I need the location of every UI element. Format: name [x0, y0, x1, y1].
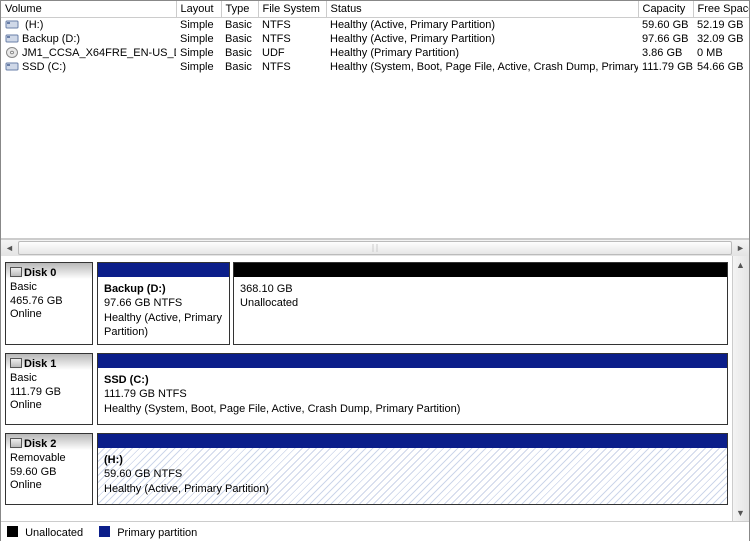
disk-map-pane[interactable]: Disk 0Basic465.76 GBOnlineBackup (D:)97.… [1, 256, 732, 521]
table-row[interactable]: SSD (C:)SimpleBasicNTFSHealthy (System, … [1, 60, 749, 74]
unallocated-swatch-icon [7, 526, 18, 537]
col-freespace[interactable]: Free Space [693, 1, 749, 18]
scroll-thumb[interactable] [18, 241, 732, 255]
partition-body: 368.10 GBUnallocated [234, 277, 727, 344]
disk-icon [10, 267, 22, 277]
cell-layout: Simple [176, 18, 221, 33]
disk-row: Disk 1Basic111.79 GBOnlineSSD (C:)111.79… [5, 353, 728, 425]
cell-capacity: 3.86 GB [638, 46, 693, 60]
partitions: SSD (C:)111.79 GB NTFSHealthy (System, B… [97, 353, 728, 425]
cell-type: Basic [221, 60, 258, 74]
cell-fs: NTFS [258, 60, 326, 74]
col-filesystem[interactable]: File System [258, 1, 326, 18]
cell-free: 0 MB [693, 46, 749, 60]
cell-free: 54.66 GB [693, 60, 749, 74]
scroll-right-arrow-icon[interactable]: ► [732, 240, 749, 255]
partitions: (H:)59.60 GB NTFSHealthy (Active, Primar… [97, 433, 728, 505]
partition-header [98, 263, 229, 277]
cell-capacity: 111.79 GB [638, 60, 693, 74]
disk-row: Disk 2Removable59.60 GBOnline (H:)59.60 … [5, 433, 728, 505]
volume-table: Volume Layout Type File System Status Ca… [1, 1, 749, 74]
partition[interactable]: Backup (D:)97.66 GB NTFSHealthy (Active,… [97, 262, 230, 345]
cell-status: Healthy (Active, Primary Partition) [326, 32, 638, 46]
cell-volume: SSD (C:) [1, 60, 176, 74]
scroll-up-arrow-icon[interactable]: ▲ [733, 256, 748, 273]
legend: Unallocated Primary partition [1, 521, 749, 543]
cell-free: 52.19 GB [693, 18, 749, 33]
cell-type: Basic [221, 46, 258, 60]
volume-list-pane[interactable]: Volume Layout Type File System Status Ca… [1, 1, 749, 239]
cell-volume: JM1_CCSA_X64FRE_EN-US_DV5 (F:) [1, 46, 176, 60]
col-volume[interactable]: Volume [1, 1, 176, 18]
horizontal-scrollbar[interactable]: ◄ ► [1, 239, 749, 256]
disk-info[interactable]: Disk 2Removable59.60 GBOnline [5, 433, 93, 505]
partition[interactable]: 368.10 GBUnallocated [233, 262, 728, 345]
col-status[interactable]: Status [326, 1, 638, 18]
legend-unallocated: Unallocated [7, 526, 83, 539]
table-row[interactable]: JM1_CCSA_X64FRE_EN-US_DV5 (F:)SimpleBasi… [1, 46, 749, 60]
cell-type: Basic [221, 32, 258, 46]
disk-icon [10, 358, 22, 368]
cell-fs: UDF [258, 46, 326, 60]
cell-fs: NTFS [258, 18, 326, 33]
partition-header [234, 263, 727, 277]
cell-status: Healthy (Active, Primary Partition) [326, 18, 638, 33]
cell-layout: Simple [176, 32, 221, 46]
disk-info[interactable]: Disk 0Basic465.76 GBOnline [5, 262, 93, 345]
disk-row: Disk 0Basic465.76 GBOnlineBackup (D:)97.… [5, 262, 728, 345]
cell-status: Healthy (Primary Partition) [326, 46, 638, 60]
partition-body: SSD (C:)111.79 GB NTFSHealthy (System, B… [98, 368, 727, 424]
vertical-scrollbar[interactable]: ▲ ▼ [732, 256, 749, 521]
scroll-down-arrow-icon[interactable]: ▼ [733, 504, 748, 521]
table-row[interactable]: (H:)SimpleBasicNTFSHealthy (Active, Prim… [1, 18, 749, 33]
partition-header [98, 434, 727, 448]
partition[interactable]: (H:)59.60 GB NTFSHealthy (Active, Primar… [97, 433, 728, 505]
partition-body: Backup (D:)97.66 GB NTFSHealthy (Active,… [98, 277, 229, 344]
scroll-left-arrow-icon[interactable]: ◄ [1, 240, 18, 255]
cell-layout: Simple [176, 46, 221, 60]
partition-body: (H:)59.60 GB NTFSHealthy (Active, Primar… [98, 448, 727, 504]
cell-type: Basic [221, 18, 258, 33]
cell-volume: (H:) [1, 18, 176, 33]
legend-primary: Primary partition [99, 526, 197, 539]
cell-volume: Backup (D:) [1, 32, 176, 46]
cell-capacity: 97.66 GB [638, 32, 693, 46]
disk-icon [10, 438, 22, 448]
primary-swatch-icon [99, 526, 110, 537]
table-row[interactable]: Backup (D:)SimpleBasicNTFSHealthy (Activ… [1, 32, 749, 46]
partition[interactable]: SSD (C:)111.79 GB NTFSHealthy (System, B… [97, 353, 728, 425]
cell-free: 32.09 GB [693, 32, 749, 46]
column-header-row: Volume Layout Type File System Status Ca… [1, 1, 749, 18]
col-type[interactable]: Type [221, 1, 258, 18]
col-layout[interactable]: Layout [176, 1, 221, 18]
cell-layout: Simple [176, 60, 221, 74]
partition-header [98, 354, 727, 368]
disk-info[interactable]: Disk 1Basic111.79 GBOnline [5, 353, 93, 425]
col-capacity[interactable]: Capacity [638, 1, 693, 18]
cell-status: Healthy (System, Boot, Page File, Active… [326, 60, 638, 74]
partitions: Backup (D:)97.66 GB NTFSHealthy (Active,… [97, 262, 728, 345]
cell-fs: NTFS [258, 32, 326, 46]
cell-capacity: 59.60 GB [638, 18, 693, 33]
